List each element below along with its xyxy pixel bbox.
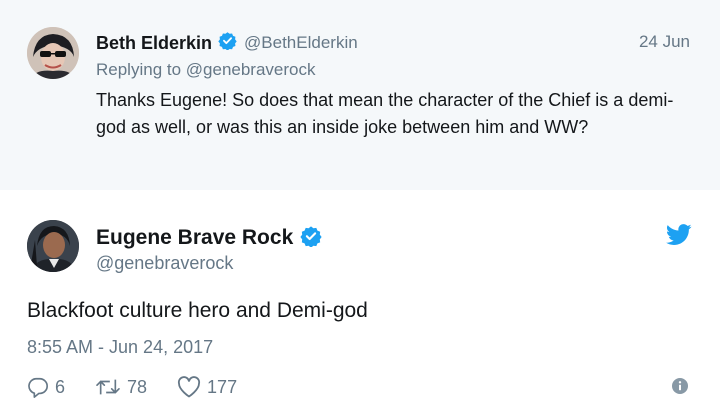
avatar[interactable] [27,27,79,79]
info-icon[interactable] [672,378,688,399]
reply-tweet-text: Thanks Eugene! So does that mean the cha… [96,90,674,137]
retweet-count: 78 [127,376,148,397]
verified-badge-icon [218,31,237,55]
reply-tweet-card[interactable]: Beth Elderkin @BethElderkin 24 Jun Reply… [0,0,720,190]
heart-icon [178,376,201,398]
tweet-author-handle[interactable]: @genebraverock [96,253,233,274]
retweet-button[interactable]: 78 [95,376,147,398]
replying-to-label[interactable]: Replying to @genebraverock [96,60,316,80]
reply-avatar-image [27,27,79,79]
avatar[interactable] [27,220,79,272]
reply-author-handle[interactable]: @BethElderkin [244,33,358,53]
like-button[interactable]: 177 [177,376,237,398]
reply-icon [28,377,48,398]
tweet-text: Blackfoot culture hero and Demi-god [27,299,368,322]
like-count: 177 [207,376,238,397]
main-avatar-image [27,220,79,272]
reply-count: 6 [55,376,66,397]
tweet-author-name[interactable]: Eugene Brave Rock [96,226,293,250]
retweet-icon [96,379,120,395]
twitter-bird-icon[interactable] [665,224,692,251]
reply-date[interactable]: 24 Jun [639,32,690,52]
tweet-actions: 6 78 177 [27,374,267,400]
reply-author-name[interactable]: Beth Elderkin [96,33,212,54]
tweet-timestamp[interactable]: 8:55 AM - Jun 24, 2017 [27,337,213,358]
reply-button[interactable]: 6 [27,376,65,398]
verified-badge-icon [300,225,322,252]
